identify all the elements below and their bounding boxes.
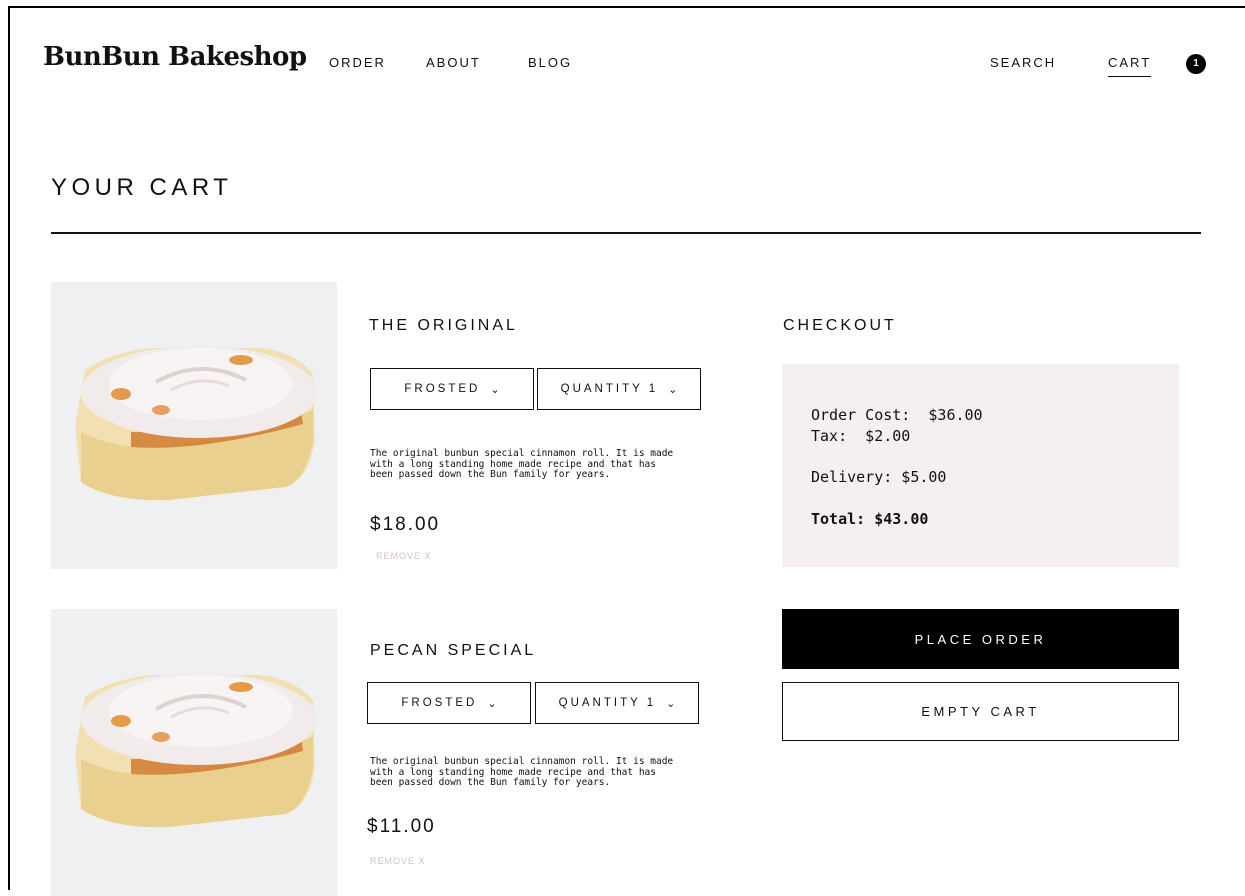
order-total: Total: $43.00 <box>811 510 929 528</box>
nav-blog[interactable]: BLOG <box>528 55 572 70</box>
nav-cart[interactable]: CART <box>1108 55 1152 77</box>
place-order-button[interactable]: PLACE ORDER <box>782 609 1179 669</box>
product-price: $11.00 <box>367 816 436 837</box>
order-cost: Order Cost: $36.00 <box>811 406 983 424</box>
page-title: YOUR CART <box>51 174 233 201</box>
product-description: The original bunbun special cinnamon rol… <box>370 756 674 788</box>
checkout-heading: CHECKOUT <box>783 317 897 334</box>
cinnamon-roll-image <box>75 346 317 501</box>
quantity-select-value: QUANTITY 1 <box>560 383 659 395</box>
product-name: PECAN SPECIAL <box>370 642 537 659</box>
nav-about[interactable]: ABOUT <box>426 55 481 70</box>
chevron-down-icon: ⌄ <box>666 697 676 710</box>
quantity-select-value: QUANTITY 1 <box>558 697 657 709</box>
frosting-select-value: FROSTED <box>401 697 478 709</box>
tax-amount: Tax: $2.00 <box>811 427 911 445</box>
order-summary: Order Cost: $36.00 Tax: $2.00 Delivery: … <box>782 364 1179 567</box>
product-description: The original bunbun special cinnamon rol… <box>370 448 674 480</box>
chevron-down-icon: ⌄ <box>490 383 500 396</box>
nav-search[interactable]: SEARCH <box>990 55 1056 70</box>
product-name: THE ORIGINAL <box>369 317 518 334</box>
title-divider <box>51 232 1201 234</box>
quantity-select[interactable]: QUANTITY 1 ⌄ <box>535 682 699 724</box>
chevron-down-icon: ⌄ <box>668 383 678 396</box>
frosting-select[interactable]: FROSTED ⌄ <box>370 368 534 410</box>
product-image-pecan <box>51 609 337 896</box>
nav-order[interactable]: ORDER <box>329 55 386 70</box>
empty-cart-button[interactable]: EMPTY CART <box>782 682 1179 741</box>
cinnamon-roll-image <box>75 673 317 828</box>
remove-item-link[interactable]: REMOVE X <box>376 551 432 561</box>
frosting-select[interactable]: FROSTED ⌄ <box>367 682 531 724</box>
cart-count-badge[interactable]: 1 <box>1186 54 1206 74</box>
remove-item-link[interactable]: REMOVE X <box>370 856 426 866</box>
product-price: $18.00 <box>370 514 441 535</box>
brand-logo[interactable]: BunBun Bakeshop <box>43 42 307 72</box>
frosting-select-value: FROSTED <box>404 383 481 395</box>
delivery-fee: Delivery: $5.00 <box>811 468 947 486</box>
product-image-original <box>51 282 337 569</box>
chevron-down-icon: ⌄ <box>487 697 497 710</box>
quantity-select[interactable]: QUANTITY 1 ⌄ <box>537 368 701 410</box>
